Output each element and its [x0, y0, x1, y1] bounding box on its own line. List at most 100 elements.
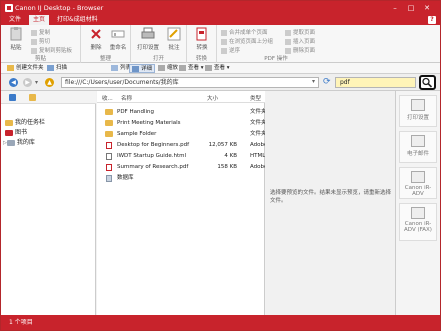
- file-list: 收... 名称 大小 类型 PDF Handling 文件夹 Print Meet…: [97, 91, 265, 315]
- tree-item-my-tasks[interactable]: 我的任务栏: [5, 117, 45, 126]
- ribbon: 粘贴 复制 剪切 复制到剪贴板 剪贴 删除 重命名 整理 打印设置 批注 打开 …: [1, 25, 440, 63]
- zoom-icon: [158, 64, 165, 71]
- minimize-button[interactable]: –: [389, 3, 401, 13]
- list-view-icon: [111, 64, 118, 71]
- delete-pages-button[interactable]: 删除页面: [285, 46, 315, 54]
- scan-button[interactable]: 扫描: [45, 64, 69, 73]
- extract-pages-icon: [285, 29, 291, 36]
- folder-view-icon[interactable]: [29, 94, 36, 101]
- address-bar[interactable]: file:///C:/Users/user/Documents/我的库: [61, 77, 319, 88]
- extract-pages-button[interactable]: 提取页面: [285, 28, 315, 36]
- cut-icon: [31, 38, 37, 45]
- close-button[interactable]: ✕: [421, 3, 433, 13]
- file-size: 158 KB: [217, 164, 237, 170]
- rename-button[interactable]: 重命名: [105, 27, 131, 53]
- copy-path-button[interactable]: 复制到剪贴板: [31, 46, 72, 54]
- tree-item-books[interactable]: 图书: [5, 127, 27, 136]
- file-row-database[interactable]: 数据库: [97, 173, 265, 183]
- app-window: Canon IJ Desktop - Browser – □ ✕ 文件 主页 打…: [0, 0, 441, 331]
- more-menu-button[interactable]: 查看 ▾: [203, 64, 232, 73]
- file-row-desktop-beginners[interactable]: Desktop for Beginners.pdf 12,057 KB Adobe: [97, 140, 265, 150]
- file-row-pdf-handling[interactable]: PDF Handling 文件夹: [97, 107, 265, 117]
- view-detail-button[interactable]: 详细: [129, 64, 156, 73]
- new-folder-icon: [7, 64, 14, 71]
- print-settings-button[interactable]: 打印设置: [135, 27, 161, 53]
- convert-label: 转换: [196, 45, 208, 51]
- html-icon: [106, 152, 112, 160]
- file-name: Summary of Research.pdf: [117, 164, 189, 170]
- reverse-order-button[interactable]: 逆序: [221, 46, 240, 54]
- preview-message: 选择要预览的文件。结果未显示预览，请重新选择文件。: [270, 190, 392, 204]
- extract-pages-label: 提取页面: [293, 30, 316, 36]
- maximize-button[interactable]: □: [405, 3, 417, 13]
- tab-file[interactable]: 文件: [5, 15, 25, 25]
- forward-button[interactable]: ▶: [23, 78, 32, 87]
- email-button[interactable]: 电子邮件: [399, 131, 437, 163]
- new-folder-button[interactable]: 创建文件夹: [5, 64, 46, 73]
- cut-button[interactable]: 剪切: [31, 37, 50, 45]
- ribbon-group-clipboard: 粘贴 复制 剪切 复制到剪贴板 剪贴: [1, 25, 81, 63]
- view-detail-label: 详细: [141, 66, 153, 72]
- annotate-label: 批注: [168, 45, 180, 51]
- device-canon-iradv-button[interactable]: Canon iR-ADV: [399, 167, 437, 199]
- tab-print-materials[interactable]: 打印&成组材料: [53, 15, 102, 25]
- column-header-type[interactable]: 类型: [250, 94, 261, 102]
- printer-icon: [141, 27, 155, 39]
- annotate-button[interactable]: 批注: [161, 27, 187, 53]
- combine-pages-label: 合并成单个页面: [229, 30, 268, 36]
- group-pages-button[interactable]: 在浏览页面上分组: [221, 37, 273, 45]
- column-header-name[interactable]: 名称: [121, 94, 132, 102]
- folder-icon: [5, 119, 13, 126]
- search-button[interactable]: [419, 75, 436, 90]
- copy-button[interactable]: 复制: [31, 28, 50, 36]
- column-header-flag[interactable]: 收...: [102, 94, 113, 102]
- paste-button[interactable]: 粘贴: [3, 27, 29, 53]
- file-name: Print Meeting Materials: [117, 120, 181, 126]
- combine-pages-button[interactable]: 合并成单个页面: [221, 28, 268, 36]
- navigation-pane: 我的任务栏 图书 ▷ 我的库: [1, 91, 96, 315]
- file-type: 文件夹: [250, 120, 265, 126]
- more-menu-label: 查看: [214, 65, 226, 71]
- search-input[interactable]: pdf: [335, 77, 416, 88]
- library-icon: [6, 139, 15, 146]
- folder-icon: [105, 109, 113, 115]
- history-dropdown-icon[interactable]: ▾: [35, 79, 38, 86]
- up-folder-button[interactable]: ▲: [45, 78, 54, 87]
- mfp-icon: [411, 171, 425, 183]
- address-row: ◀ ▶ ▾ ▲ file:///C:/Users/user/Documents/…: [1, 74, 440, 91]
- file-name: Desktop for Beginners.pdf: [117, 142, 190, 148]
- email-label: 电子邮件: [406, 151, 429, 157]
- file-row-startup-guide[interactable]: IWDT Startup Guide.html 4 KB HTML: [97, 151, 265, 161]
- view-menu-button[interactable]: 查看 ▾: [177, 64, 206, 73]
- device-label: Canon iR-ADV: [404, 185, 432, 197]
- help-icon[interactable]: ?: [428, 16, 436, 24]
- file-list-header: 收... 名称 大小 类型: [97, 91, 265, 103]
- scan-label: 扫描: [56, 65, 68, 71]
- back-button[interactable]: ◀: [9, 78, 18, 87]
- tab-home[interactable]: 主页: [29, 15, 50, 25]
- file-name: PDF Handling: [117, 109, 154, 115]
- file-row-summary-research[interactable]: Summary of Research.pdf 158 KB Adobe: [97, 162, 265, 172]
- rename-label: 重命名: [109, 45, 127, 51]
- address-dropdown-icon[interactable]: ▾: [312, 78, 315, 85]
- file-type: HTML: [250, 153, 265, 159]
- device-canon-iradv-fax-button[interactable]: Canon iR-ADV (FAX): [399, 203, 437, 241]
- convert-button[interactable]: 转换: [189, 27, 215, 53]
- insert-pages-button[interactable]: 插入页面: [285, 37, 315, 45]
- scan-icon: [47, 64, 54, 71]
- pdf-icon: [106, 141, 112, 149]
- library-view-icon[interactable]: [9, 94, 16, 101]
- file-type: Adobe: [250, 142, 265, 148]
- delete-pages-icon: [285, 47, 291, 54]
- file-type: 文件夹: [250, 131, 265, 137]
- column-header-size[interactable]: 大小: [207, 94, 218, 102]
- tree-item-my-library[interactable]: ▷ 我的库: [3, 137, 35, 146]
- refresh-icon[interactable]: ⟳: [323, 77, 333, 87]
- file-row-print-meeting[interactable]: Print Meeting Materials 文件夹: [97, 118, 265, 128]
- delete-icon: [91, 29, 101, 39]
- pdf-icon: [106, 163, 112, 171]
- file-row-sample-folder[interactable]: Sample Folder 文件夹: [97, 129, 265, 139]
- print-settings-side-button[interactable]: 打印设置: [399, 95, 437, 127]
- ribbon-group-open: 打印设置 批注 打开: [131, 25, 187, 63]
- title-bar: Canon IJ Desktop - Browser – □ ✕: [1, 1, 440, 15]
